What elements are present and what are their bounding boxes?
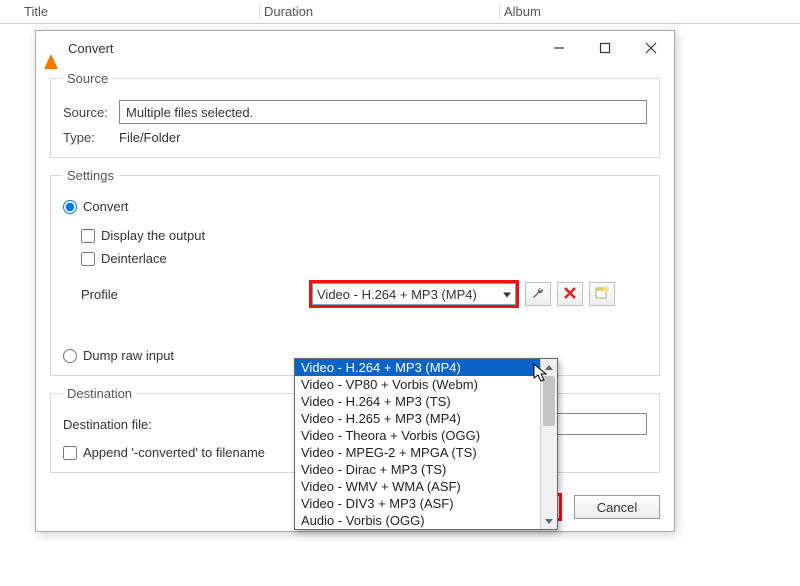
type-value: File/Folder: [119, 130, 180, 145]
vlc-cone-icon: [44, 39, 62, 57]
display-output-label: Display the output: [101, 228, 205, 243]
destination-file-label: Destination file:: [63, 417, 173, 432]
delete-x-icon: [564, 287, 576, 302]
edit-profile-button[interactable]: [525, 282, 551, 306]
dump-raw-label: Dump raw input: [83, 348, 174, 363]
profile-option[interactable]: Video - VP80 + Vorbis (Webm): [295, 376, 540, 393]
profile-option[interactable]: Audio - Vorbis (OGG): [295, 512, 540, 529]
profile-option[interactable]: Video - WMV + WMA (ASF): [295, 478, 540, 495]
new-profile-icon: [595, 286, 609, 303]
source-legend: Source: [63, 71, 112, 86]
cancel-button[interactable]: Cancel: [574, 495, 660, 519]
delete-profile-button[interactable]: [557, 282, 583, 306]
profile-option[interactable]: Video - H.264 + MP3 (TS): [295, 393, 540, 410]
settings-fieldset: Settings Convert Display the output Dein…: [50, 168, 660, 376]
settings-legend: Settings: [63, 168, 118, 183]
profile-option[interactable]: Video - DIV3 + MP3 (ASF): [295, 495, 540, 512]
deinterlace-checkbox[interactable]: Deinterlace: [81, 251, 647, 266]
source-label: Source:: [63, 105, 119, 120]
window-title: Convert: [68, 41, 536, 56]
convert-radio[interactable]: Convert: [63, 199, 647, 214]
new-profile-button[interactable]: [589, 282, 615, 306]
profile-dropdown[interactable]: Video - H.264 + MP3 (MP4): [312, 283, 516, 305]
convert-radio-label: Convert: [83, 199, 129, 214]
profile-dropdown-highlight: Video - H.264 + MP3 (MP4): [309, 280, 519, 308]
maximize-button[interactable]: [582, 33, 628, 63]
col-title[interactable]: Title: [20, 4, 260, 19]
titlebar[interactable]: Convert: [36, 31, 674, 65]
source-fieldset: Source Source: Type: File/Folder: [50, 71, 660, 158]
col-duration[interactable]: Duration: [260, 4, 500, 19]
wrench-icon: [531, 286, 545, 303]
profile-option[interactable]: Video - H.265 + MP3 (MP4): [295, 410, 540, 427]
dump-raw-input[interactable]: [63, 349, 77, 363]
profile-option[interactable]: Video - MPEG-2 + MPGA (TS): [295, 444, 540, 461]
scroll-up-icon[interactable]: [541, 359, 557, 376]
profile-selected: Video - H.264 + MP3 (MP4): [317, 287, 477, 302]
chevron-down-icon: [503, 287, 511, 302]
display-output-checkbox[interactable]: Display the output: [81, 228, 647, 243]
scroll-thumb[interactable]: [543, 376, 555, 426]
profile-option[interactable]: Video - Theora + Vorbis (OGG): [295, 427, 540, 444]
profile-label: Profile: [81, 287, 139, 302]
profile-option[interactable]: Video - Dirac + MP3 (TS): [295, 461, 540, 478]
profile-option[interactable]: Video - H.264 + MP3 (MP4): [295, 359, 540, 376]
close-button[interactable]: [628, 33, 674, 63]
deinterlace-input[interactable]: [81, 252, 95, 266]
source-input[interactable]: [119, 100, 647, 124]
append-converted-label: Append '-converted' to filename: [83, 445, 265, 460]
dropdown-scrollbar[interactable]: [540, 359, 557, 529]
convert-radio-input[interactable]: [63, 200, 77, 214]
display-output-input[interactable]: [81, 229, 95, 243]
destination-legend: Destination: [63, 386, 136, 401]
profile-dropdown-list[interactable]: Video - H.264 + MP3 (MP4)Video - VP80 + …: [294, 358, 558, 530]
scroll-down-icon[interactable]: [541, 512, 557, 529]
type-label: Type:: [63, 130, 119, 145]
deinterlace-label: Deinterlace: [101, 251, 167, 266]
background-table-header: Title Duration Album: [0, 0, 800, 24]
col-album[interactable]: Album: [500, 4, 740, 19]
append-converted-input[interactable]: [63, 446, 77, 460]
minimize-button[interactable]: [536, 33, 582, 63]
